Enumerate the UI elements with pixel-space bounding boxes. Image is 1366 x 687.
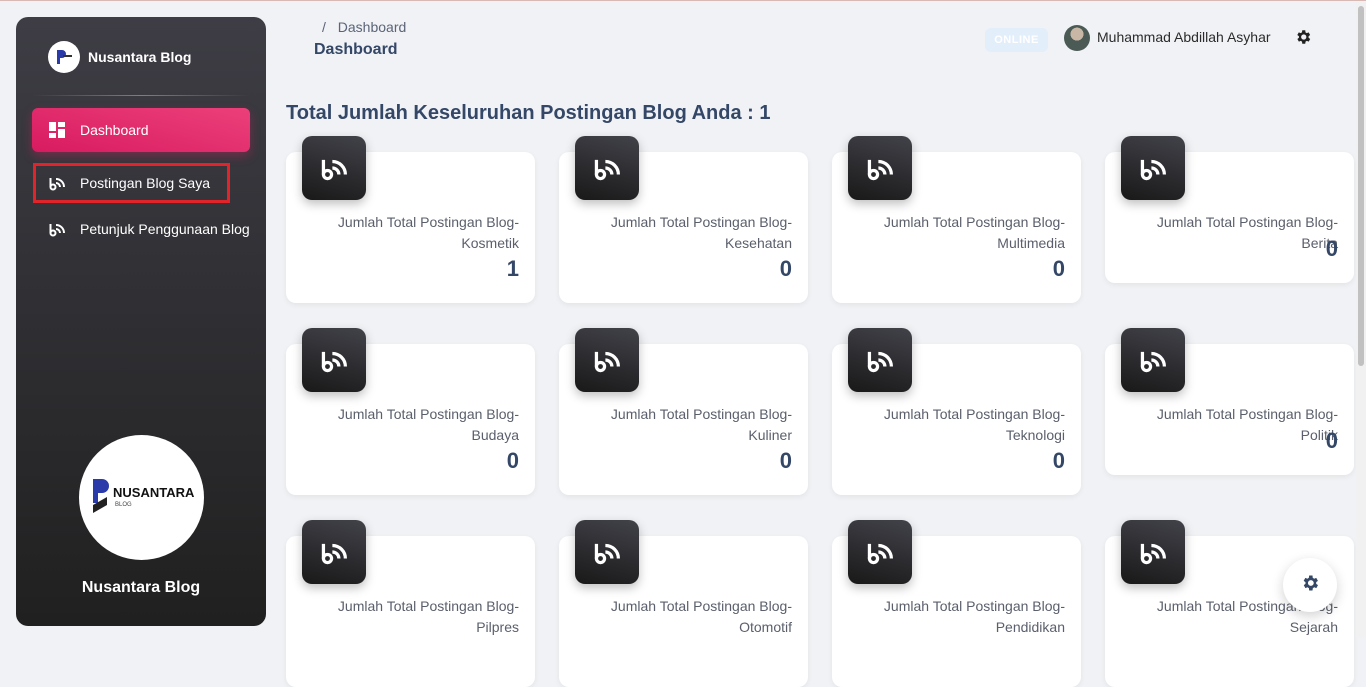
stat-card-label: Jumlah Total Postingan Blog-Budaya [337, 406, 519, 443]
breadcrumb-item[interactable]: Dashboard [338, 19, 407, 35]
stat-card: Jumlah Total Postingan Blog-Multimedia 0 [832, 136, 1081, 303]
sidebar-item-dashboard[interactable]: Dashboard [32, 108, 250, 152]
status-badge: ONLINE [985, 28, 1048, 52]
user-name[interactable]: Muhammad Abdillah Asyhar [1097, 29, 1271, 45]
svg-text:BLOG: BLOG [115, 502, 132, 508]
brand-logo [48, 41, 80, 73]
blog-icon [302, 520, 366, 584]
blog-icon [48, 220, 66, 238]
blog-icon [848, 136, 912, 200]
blog-icon [1121, 328, 1185, 392]
stat-card: Jumlah Total Postingan Blog-Pilpres [286, 520, 535, 687]
sidebar-footer-name: Nusantara Blog [81, 579, 201, 596]
sidebar-item-label: Dashboard [80, 122, 149, 138]
stat-card: Jumlah Total Postingan Blog-Pendidikan [832, 520, 1081, 687]
blog-icon [848, 328, 912, 392]
sidebar-divider [32, 95, 250, 96]
stat-card: Jumlah Total Postingan Blog-Berita 0 [1105, 136, 1354, 283]
gear-icon[interactable] [1294, 28, 1312, 46]
stat-card-value: 1 [506, 256, 519, 281]
sidebar: Nusantara Blog Dashboard Postingan Blog … [16, 17, 266, 626]
stat-card-label: Jumlah Total Postingan Blog-Berita [1156, 214, 1338, 251]
nusantara-logo: NUSANTARA BLOG [79, 435, 204, 560]
stat-card-label: Jumlah Total Postingan Blog-Pendidikan [883, 598, 1065, 635]
blog-icon [48, 174, 66, 192]
stat-card-value: 0 [506, 448, 519, 473]
stat-card: Jumlah Total Postingan Blog-Teknologi 0 [832, 328, 1081, 495]
stat-card: Jumlah Total Postingan Blog-Kesehatan 0 [559, 136, 808, 303]
stat-card: Jumlah Total Postingan Blog-Kosmetik 1 [286, 136, 535, 303]
blog-icon [1121, 520, 1185, 584]
blog-icon [575, 136, 639, 200]
sidebar-item-label: Petunjuk Penggunaan Blog [80, 221, 250, 237]
stat-card-label: Jumlah Total Postingan Blog-Otomotif [610, 598, 792, 635]
stat-card: Jumlah Total Postingan Blog-Politik 0 [1105, 328, 1354, 475]
dashboard-icon [48, 121, 66, 139]
sidebar-item-petunjuk-penggunaan-blog[interactable]: Petunjuk Penggunaan Blog [32, 207, 250, 251]
gear-icon [1300, 573, 1320, 598]
stat-card-label: Jumlah Total Postingan Blog-Kuliner [610, 406, 792, 443]
section-title: Total Jumlah Keseluruhan Postingan Blog … [286, 102, 771, 124]
stat-card-value: 0 [1325, 236, 1338, 261]
page-title: Dashboard [314, 41, 398, 58]
stat-card-label: Jumlah Total Postingan Blog-Kosmetik [337, 214, 519, 251]
stat-card: Jumlah Total Postingan Blog-Budaya 0 [286, 328, 535, 495]
stat-card: Jumlah Total Postingan Blog-Otomotif [559, 520, 808, 687]
svg-text:NUSANTARA: NUSANTARA [113, 485, 195, 500]
breadcrumb: / Dashboard [322, 19, 406, 35]
blog-icon [302, 136, 366, 200]
stat-card-label: Jumlah Total Postingan Blog-Teknologi [883, 406, 1065, 443]
blog-icon [848, 520, 912, 584]
brand[interactable]: Nusantara Blog [48, 41, 191, 73]
sidebar-item-postingan-blog-saya[interactable]: Postingan Blog Saya [33, 163, 230, 203]
stat-card-value: 0 [1052, 256, 1065, 281]
settings-fab[interactable] [1283, 558, 1337, 612]
brand-name: Nusantara Blog [88, 49, 192, 65]
blog-icon [1121, 136, 1185, 200]
stat-card: Jumlah Total Postingan Blog-Kuliner 0 [559, 328, 808, 495]
stat-card-value: 0 [779, 448, 792, 473]
blog-icon [575, 328, 639, 392]
blog-icon [302, 328, 366, 392]
sidebar-item-label: Postingan Blog Saya [80, 175, 210, 191]
stat-card-label: Jumlah Total Postingan Blog-Pilpres [337, 598, 519, 635]
blog-icon [575, 520, 639, 584]
stat-card-label: Jumlah Total Postingan Blog-Kesehatan [610, 214, 792, 251]
breadcrumb-separator: / [322, 19, 326, 35]
avatar[interactable] [1064, 25, 1090, 51]
stat-card-value: 0 [1325, 428, 1338, 453]
stat-card-value: 0 [779, 256, 792, 281]
stat-card-label: Jumlah Total Postingan Blog-Multimedia [883, 214, 1065, 251]
stat-card-label: Jumlah Total Postingan Blog-Politik [1156, 406, 1338, 443]
top-border [0, 0, 1366, 1]
scrollbar-thumb[interactable] [1358, 6, 1364, 366]
stat-card-value: 0 [1052, 448, 1065, 473]
